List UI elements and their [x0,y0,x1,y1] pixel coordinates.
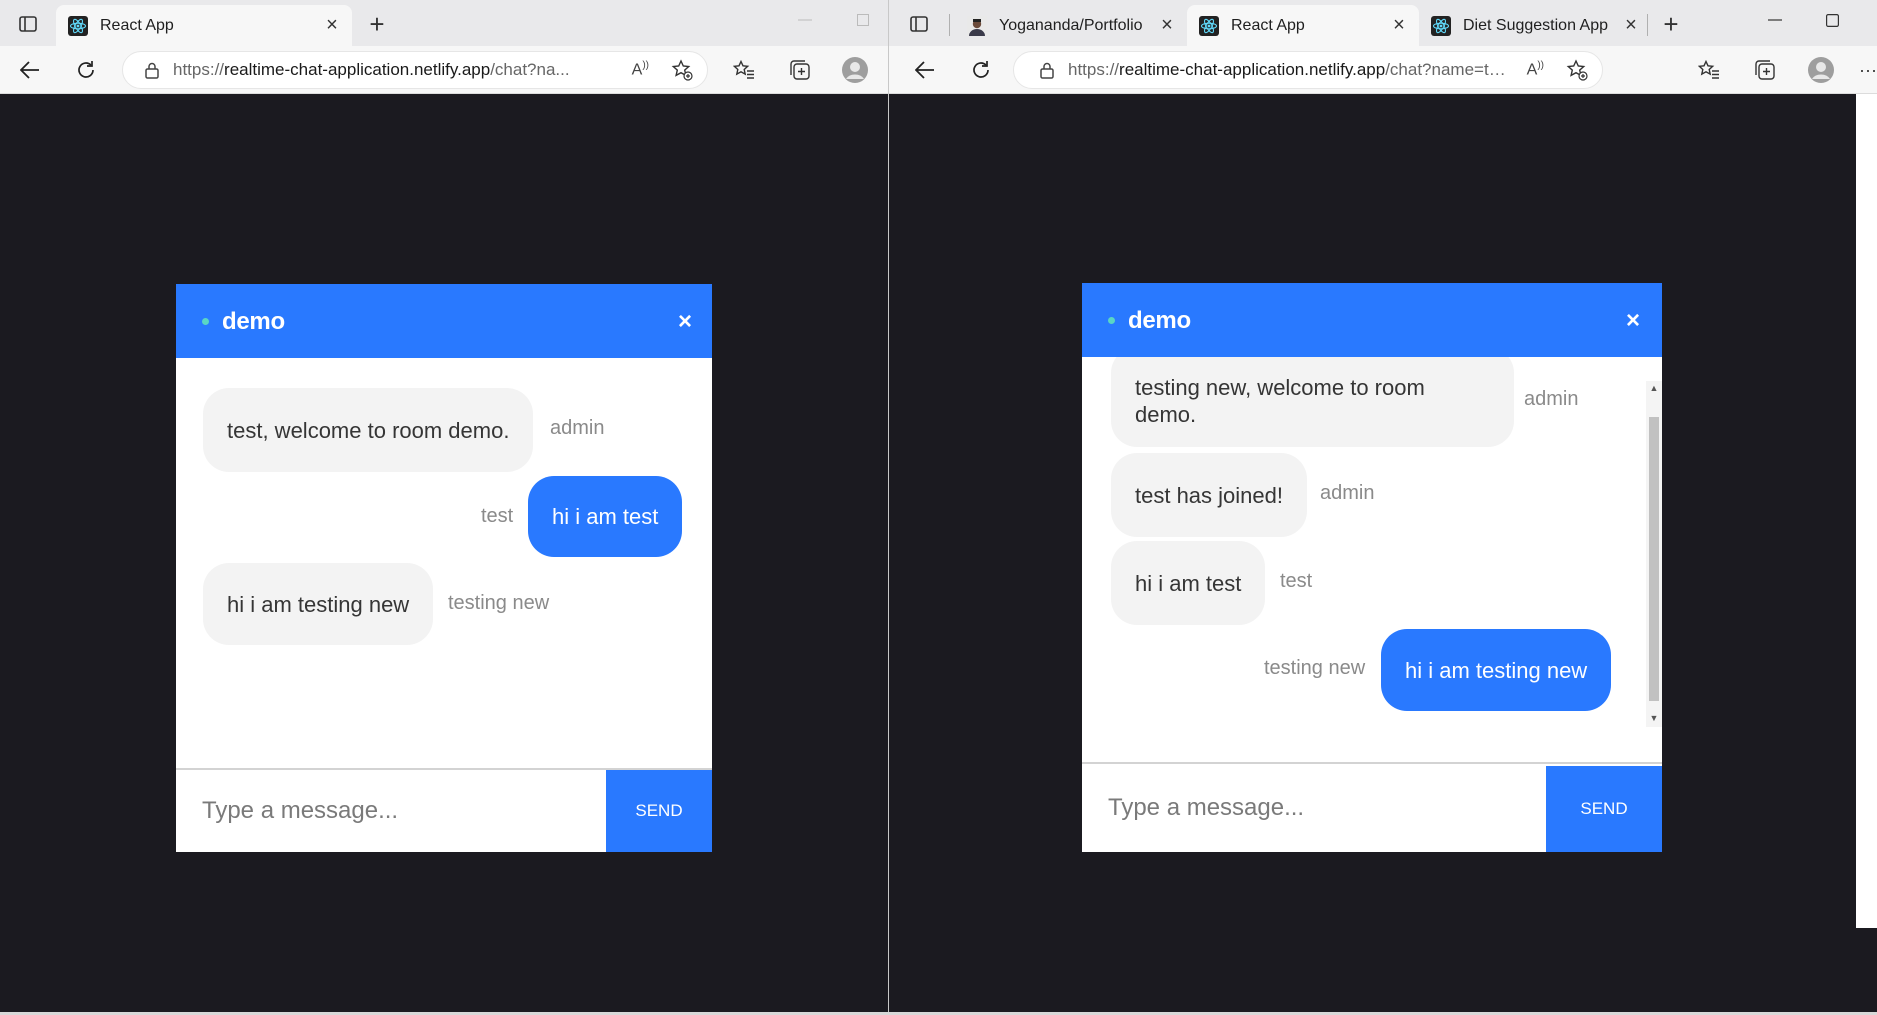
profile-photo-icon [967,15,987,36]
profile-avatar-icon[interactable] [840,55,870,85]
collections-icon[interactable] [1751,56,1779,84]
close-chat-icon[interactable]: × [678,308,692,336]
reload-icon[interactable] [72,56,100,84]
favorites-icon[interactable] [730,56,758,84]
scroll-down-arrow-icon[interactable]: ▼ [1646,711,1662,725]
close-tab-icon[interactable]: × [1391,14,1407,37]
message-bubble: hi i am testing new [1381,629,1612,711]
close-chat-icon[interactable]: × [1626,307,1640,335]
add-favorite-icon[interactable] [1566,59,1588,81]
message-input[interactable]: Type a message... [1082,764,1546,852]
tab-title: Diet Suggestion App [1463,16,1608,34]
chat-window: demo × test, welcome to room demo. admin… [176,284,712,852]
message-bubble: hi i am testing new [203,563,434,645]
send-button[interactable]: SEND [606,770,712,852]
tab-title: Yogananda/Portfolio [999,16,1143,34]
tab-react-app[interactable]: React App × [56,5,352,46]
address-bar[interactable]: https://realtime-chat-application.netlif… [1013,51,1603,89]
back-arrow-icon[interactable] [16,56,44,84]
message-sender: testing new [448,592,550,614]
browser-window-right: Yogananda/Portfolio × React App × Diet S… [889,0,1877,1015]
message-sender: admin [550,417,605,439]
page-content: demo × testing new, welcome to room demo… [889,94,1877,1015]
side-panel-strip [1856,94,1877,928]
maximize-window-icon[interactable] [1817,8,1847,32]
message-sender: admin [1320,482,1375,504]
add-favorite-icon[interactable] [671,59,693,81]
url-text: https://realtime-chat-application.netlif… [173,60,570,79]
scrollbar-thumb[interactable] [1649,417,1659,701]
collections-icon[interactable] [786,56,814,84]
room-name: demo [1128,307,1191,334]
more-options-icon[interactable]: ··· [1859,56,1877,84]
favorites-icon[interactable] [1695,56,1723,84]
close-tab-icon[interactable]: × [1159,14,1175,37]
chat-header: demo × [1082,283,1662,357]
minimize-window-icon[interactable] [790,8,820,32]
react-logo-icon [1431,15,1451,36]
tab-portfolio[interactable]: Yogananda/Portfolio × [955,5,1187,46]
new-tab-icon[interactable]: + [1656,9,1686,39]
profile-avatar-icon[interactable] [1806,55,1836,85]
read-aloud-icon[interactable]: A)) [1527,60,1544,79]
maximize-window-icon[interactable] [848,8,878,32]
messages-scrollbar[interactable]: ▲ ▼ [1646,381,1662,727]
tab-separator [1647,14,1648,36]
back-arrow-icon[interactable] [911,56,939,84]
send-button[interactable]: SEND [1546,766,1662,852]
message-sender: admin [1524,388,1579,410]
tab-diet-suggestion-app[interactable]: Diet Suggestion App × [1419,5,1651,46]
chat-header: demo × [176,284,712,358]
message-input[interactable]: Type a message... [176,770,606,852]
sidebar-tabs-icon[interactable] [14,12,42,36]
online-indicator-icon [202,318,209,325]
react-logo-icon [1199,15,1219,36]
browser-window-left: React App × + https://realtime-chat-appl… [0,0,888,1015]
read-aloud-icon[interactable]: A)) [632,60,649,79]
react-logo-icon [68,15,88,36]
reload-icon[interactable] [967,56,995,84]
message-bubble: test, welcome to room demo. [203,388,534,472]
browser-toolbar: https://realtime-chat-application.netlif… [889,46,1877,94]
room-name: demo [222,308,285,335]
address-bar[interactable]: https://realtime-chat-application.netlif… [122,51,708,89]
message-sender: testing new [1264,657,1366,679]
chat-window: demo × testing new, welcome to room demo… [1082,283,1662,852]
message-bubble: hi i am test [1111,541,1266,625]
tab-separator [949,14,950,36]
close-tab-icon[interactable]: × [324,14,340,37]
sidebar-tabs-icon[interactable] [905,12,933,36]
message-sender: test [1280,570,1313,592]
message-bubble: hi i am test [528,476,683,557]
message-bubble: testing new, welcome to room demo. [1111,357,1514,447]
message-input-bar: Type a message... SEND [176,768,712,852]
scroll-up-arrow-icon[interactable]: ▲ [1646,381,1662,395]
tab-strip: Yogananda/Portfolio × React App × Diet S… [889,0,1877,46]
tab-title: React App [1231,16,1305,34]
online-indicator-icon [1108,317,1115,324]
page-content: demo × test, welcome to room demo. admin… [0,94,888,1015]
message-sender: test [481,505,514,527]
url-text: https://realtime-chat-application.netlif… [1068,60,1513,79]
messages-area[interactable]: testing new, welcome to room demo. admin… [1082,357,1646,757]
lock-icon[interactable] [145,62,159,79]
browser-toolbar: https://realtime-chat-application.netlif… [0,46,888,94]
close-tab-icon[interactable]: × [1623,14,1639,37]
tab-strip: React App × + [0,0,888,46]
new-tab-icon[interactable]: + [362,9,392,39]
tab-react-app[interactable]: React App × [1187,5,1419,46]
lock-icon[interactable] [1040,62,1054,79]
message-bubble: test has joined! [1111,453,1307,537]
message-input-bar: Type a message... SEND [1082,762,1662,852]
tab-title: React App [100,16,174,34]
minimize-window-icon[interactable] [1760,8,1790,32]
